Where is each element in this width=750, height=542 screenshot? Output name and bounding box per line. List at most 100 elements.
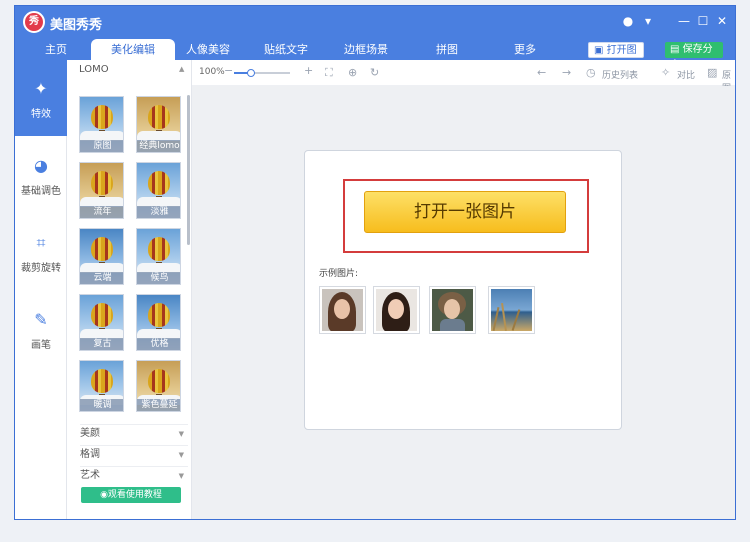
tab-stickers-text[interactable]: 贴纸文字 [255,39,317,60]
title-bar: 秀 美图秀秀 ● ▾ — ☐ ✕ [15,6,735,39]
zoom-level: 100% [199,67,225,77]
nav-item-basic-color[interactable]: ◕ 基础调色 [15,137,67,213]
grass-stalk [492,307,500,331]
chevron-down-icon: ▼ [178,451,184,459]
zoom-slider-handle[interactable] [246,69,255,77]
effect-label: 淡雅 [137,206,180,218]
balloon-icon [91,303,113,327]
nav-label: 画笔 [31,340,51,351]
category-beauty[interactable]: 美颜 ▼ [80,424,188,442]
tutorial-button[interactable]: ◉观看使用教程 [81,487,181,503]
effect-thumb[interactable]: 暖调 [79,360,124,412]
effect-thumb[interactable]: 经典lomo [136,96,181,153]
compare-button[interactable]: 对比 [677,68,695,81]
compare-icon[interactable]: ✧ [661,66,670,79]
tab-more[interactable]: 更多 [501,39,549,60]
face-shape [444,299,460,319]
effect-thumb[interactable]: 候鸟 [136,228,181,285]
sample-image[interactable] [373,286,420,334]
balloon-icon [148,237,170,261]
menu-bar: 主页 美化编辑 人像美容 贴纸文字 边框场景 拼图 更多 ▣ 打开图片 ▤ 保存… [15,39,735,72]
category-label: 艺术 [80,470,100,481]
category-label: 美颜 [80,428,100,439]
effect-thumb[interactable]: 复古 [79,294,124,351]
image-toolbar: 100% − + ⛶ ⊕ ↻ ← → ◷ 历史列表 ✧ 对比 ▨ 原图 [192,60,735,94]
sample-photo [376,289,417,331]
effect-label: 优格 [137,338,180,350]
balloon-icon [91,369,113,393]
category-art[interactable]: 艺术 ▼ [80,466,188,484]
nav-item-brush[interactable]: ✎ 画笔 [15,291,67,367]
effect-thumb[interactable]: 优格 [136,294,181,351]
welcome-card: 打开一张图片 示例图片: [304,150,622,430]
panel-scrollbar[interactable] [187,95,190,245]
effect-label: 复古 [80,338,123,350]
balloon-icon [148,369,170,393]
chevron-down-icon: ▼ [178,430,184,438]
history-list-button[interactable]: 历史列表 [602,68,638,81]
balloon-icon [91,171,113,195]
effect-label: 经典lomo [137,140,180,152]
nav-label: 裁剪旋转 [21,263,61,274]
balloon-icon [148,303,170,327]
effect-label: 原图 [80,140,123,152]
effect-thumb[interactable]: 流年 [79,162,124,219]
tab-home[interactable]: 主页 [33,39,79,60]
panel-category-title: LOMO [79,64,109,75]
fit-screen-icon[interactable]: ⛶ [325,66,333,80]
highlight-box: 打开一张图片 [343,179,589,253]
collapse-icon[interactable]: ▲ [179,65,184,73]
tab-portrait[interactable]: 人像美容 [177,39,239,60]
rotate-icon[interactable]: ↻ [370,66,379,79]
effect-label: 云端 [80,272,123,284]
chevron-down-icon: ▼ [178,472,184,480]
face-shape [388,299,404,319]
effect-label: 紫色蔓延 [137,399,180,411]
original-icon[interactable]: ▨ [707,66,717,79]
actual-size-icon[interactable]: ⊕ [348,66,357,79]
open-image-button[interactable]: ▣ 打开图片 [588,42,644,72]
grass-stalk [501,302,507,331]
zoom-in-icon[interactable]: + [304,64,313,77]
effect-label: 流年 [80,206,123,218]
sample-image[interactable] [488,286,535,334]
magic-wand-icon: ✦ [34,79,48,98]
tab-beautify-edit[interactable]: 美化编辑 [91,39,175,60]
chat-icon[interactable]: ● [620,13,636,29]
minimize-icon[interactable]: — [676,13,692,29]
balloon-icon [91,237,113,261]
nav-item-effects[interactable]: ✦ 特效 [15,60,67,136]
balloon-icon [148,105,170,129]
dropdown-icon[interactable]: ▾ [640,13,656,29]
zoom-slider[interactable] [234,69,290,77]
effect-thumb[interactable]: 淡雅 [136,162,181,219]
effect-thumb[interactable]: 云端 [79,228,124,285]
maximize-icon[interactable]: ☐ [695,13,711,29]
tutorial-label: 观看使用教程 [107,490,162,500]
effect-thumb[interactable]: 紫色蔓延 [136,360,181,412]
sample-image[interactable] [429,286,476,334]
redo-icon[interactable]: → [562,66,571,79]
clothes-shape [440,319,465,331]
undo-icon[interactable]: ← [537,66,546,79]
nav-label: 基础调色 [21,186,61,197]
save-share-button[interactable]: ▤ 保存分享 [665,42,723,71]
palette-icon: ◕ [34,156,48,175]
category-label: 格调 [80,449,100,460]
close-icon[interactable]: ✕ [714,13,730,29]
sample-image[interactable] [319,286,366,334]
tab-frames-scenes[interactable]: 边框场景 [335,39,397,60]
canvas-area: 打开一张图片 示例图片: [192,86,735,519]
tab-collage[interactable]: 拼图 [423,39,471,60]
effect-thumb[interactable]: 原图 [79,96,124,153]
category-style[interactable]: 格调 ▼ [80,445,188,463]
eye-icon: ◉ [100,490,108,500]
app-logo: 秀 [23,11,45,33]
nav-item-crop-rotate[interactable]: ⌗ 裁剪旋转 [15,214,67,290]
grass-stalk [511,309,521,331]
balloon-icon [91,105,113,129]
history-icon[interactable]: ◷ [586,66,596,79]
app-window: 秀 美图秀秀 ● ▾ — ☐ ✕ 主页 美化编辑 人像美容 贴纸文字 边框场景 … [14,5,736,520]
zoom-out-icon[interactable]: − [224,64,233,77]
open-photo-button[interactable]: 打开一张图片 [364,191,566,233]
